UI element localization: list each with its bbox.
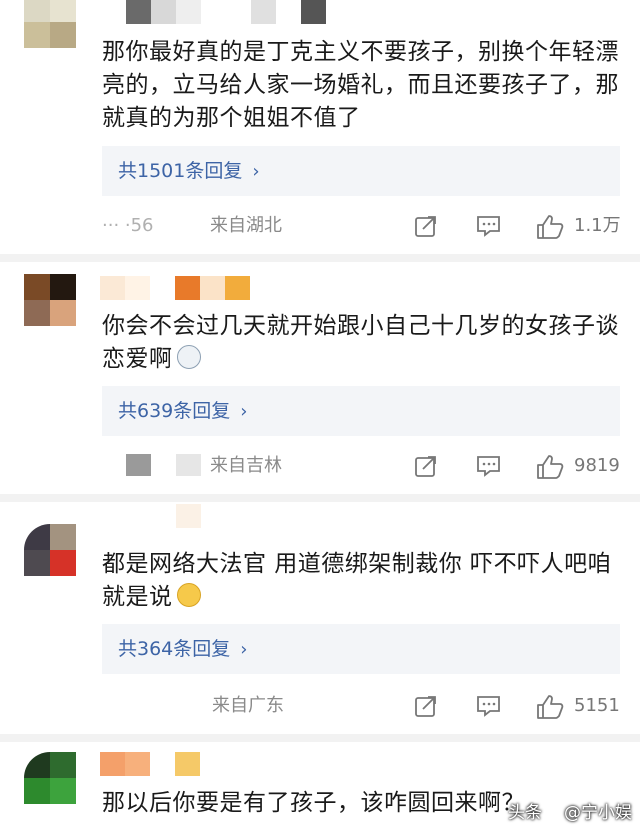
comment-location: 来自湖北 (210, 215, 282, 236)
view-replies-button[interactable]: 共364条回复 › (102, 624, 620, 674)
username-mosaic[interactable] (100, 752, 210, 776)
like-count: 9819 (574, 455, 620, 476)
replies-label: 共364条回复 (118, 638, 231, 660)
chevron-right-icon: › (252, 161, 260, 182)
comment-location: 来自广东 (212, 695, 284, 716)
like-icon (537, 215, 564, 239)
user-avatar[interactable] (24, 752, 76, 804)
view-replies-button[interactable]: 共1501条回复 › (102, 146, 620, 196)
view-replies-button[interactable]: 共639条回复 › (102, 386, 620, 436)
hugging-face-emoji-icon (176, 583, 201, 607)
like-icon (537, 455, 564, 479)
chevron-right-icon: › (240, 639, 248, 660)
comment-meta: 来自广东 5151 (102, 692, 622, 720)
like-button[interactable]: 1.1万 (536, 212, 626, 240)
toutiao-logo-icon (544, 802, 562, 820)
divider (0, 254, 640, 262)
username-mosaic[interactable] (176, 504, 206, 528)
divider (0, 734, 640, 742)
comment-icon (477, 216, 500, 237)
share-button[interactable] (414, 212, 442, 240)
watermark: 头条 @宁小娱 (508, 798, 632, 823)
chevron-right-icon: › (240, 401, 248, 422)
comment-text: 你会不会过几天就开始跟小自己十几岁的女孩子谈恋爱啊 (102, 310, 622, 376)
comment-button[interactable] (476, 452, 504, 480)
username-mosaic[interactable] (100, 276, 260, 300)
like-button[interactable]: 5151 (536, 692, 626, 720)
comment-time: ··· ·56 (102, 215, 154, 236)
comment-meta: ··· ·56 来自湖北 1.1万 (102, 212, 622, 240)
like-icon (537, 695, 564, 719)
like-count: 5151 (574, 695, 620, 716)
user-avatar[interactable] (24, 524, 76, 576)
share-icon (415, 696, 436, 717)
username-mosaic[interactable] (126, 0, 326, 24)
replies-label: 共639条回复 (118, 400, 231, 422)
watermark-brand: 头条 (508, 803, 542, 823)
comment-button[interactable] (476, 212, 504, 240)
comment-text: 都是网络大法官 用道德绑架制裁你 吓不吓人吧咱就是说 (102, 548, 622, 614)
like-count: 1.1万 (574, 215, 621, 236)
user-avatar[interactable] (24, 0, 76, 48)
replies-label: 共1501条回复 (118, 160, 243, 182)
time-mosaic (126, 454, 206, 476)
divider (0, 494, 640, 502)
share-button[interactable] (414, 692, 442, 720)
comment-icon (477, 456, 500, 477)
share-icon (415, 216, 436, 237)
dizzy-face-emoji-icon (176, 345, 201, 369)
comment-text: 那你最好真的是丁克主义不要孩子，别换个年轻漂亮的，立马给人家一场婚礼，而且还要孩… (102, 39, 619, 131)
share-button[interactable] (414, 452, 442, 480)
share-icon (415, 456, 436, 477)
comment-button[interactable] (476, 692, 504, 720)
comment-location: 来自吉林 (210, 455, 282, 476)
comment-meta: 来自吉林 9819 (102, 452, 622, 480)
watermark-author: @宁小娱 (564, 803, 632, 823)
like-button[interactable]: 9819 (536, 452, 626, 480)
user-avatar[interactable] (24, 274, 76, 326)
comment-icon (477, 696, 500, 717)
